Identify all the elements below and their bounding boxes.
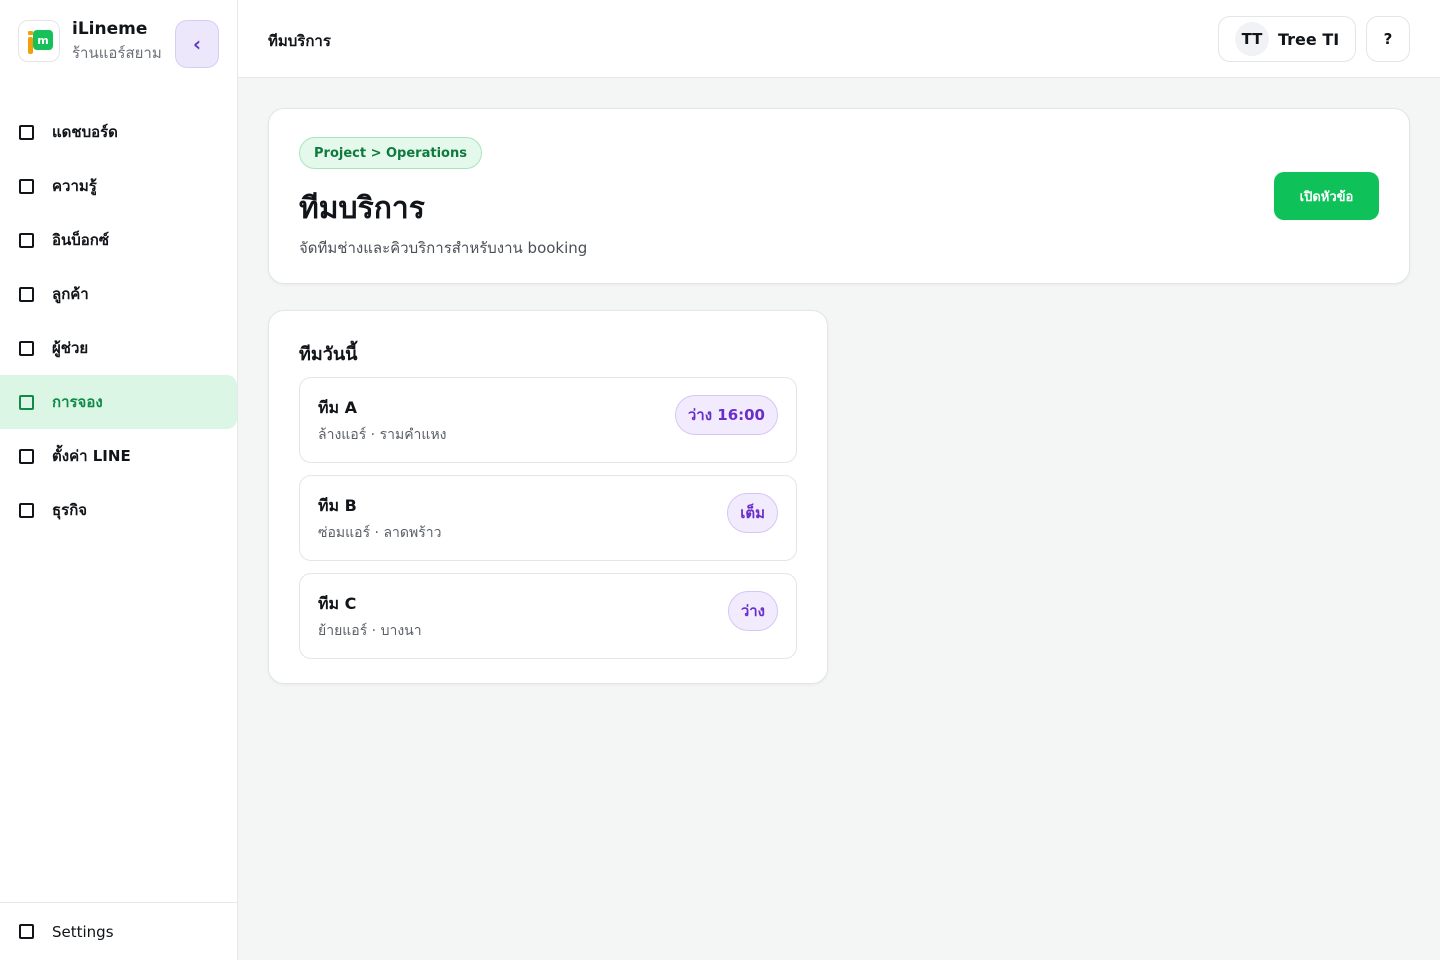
square-icon [19,924,34,939]
team-description: ซ่อมแอร์ · ลาดพร้าว [318,525,442,541]
sidebar-item-label: การจอง [52,393,103,411]
sidebar-item-business[interactable]: ธุรกิจ [0,483,237,537]
sidebar-item-label: ธุรกิจ [52,501,88,519]
sidebar-item-dashboard[interactable]: แดชบอร์ด [0,105,237,159]
sidebar-item-label: ผู้ช่วย [52,339,89,357]
team-name: ทีม C [318,594,357,613]
breadcrumb: Project > Operations [299,137,482,169]
square-icon [19,394,34,410]
sidebar-item-customers[interactable]: ลูกค้า [0,267,237,321]
teams-today-card: ทีมวันนี้ ทีม A ล้างแอร์ · รามคำแหง ว่าง… [268,310,828,684]
sidebar: m iLineme ร้านแอร์สยาม ‹ แดชบอร์ด ความรู… [0,0,238,960]
sidebar-item-bookings[interactable]: การจอง [0,375,237,429]
team-list-item[interactable]: ทีม A ล้างแอร์ · รามคำแหง ว่าง 16:00 [299,377,797,463]
app-logo-icon: m [18,20,60,62]
sidebar-item-label: อินบ็อกซ์ [52,231,110,249]
square-icon [19,502,34,518]
status-badge: ว่าง 16:00 [674,395,778,435]
sidebar-nav: แดชบอร์ด ความรู้ อินบ็อกซ์ ลูกค้า ผู้ช่ว… [0,105,237,537]
sidebar-item-knowledge[interactable]: ความรู้ [0,159,237,213]
logo-letter: m [33,30,53,50]
shop-name: ร้านแอร์สยาม [72,44,162,62]
question-icon: ? [1383,30,1393,48]
sidebar-item-assistant[interactable]: ผู้ช่วย [0,321,237,375]
status-badge: ว่าง [727,591,778,631]
team-list-item[interactable]: ทีม B ซ่อมแอร์ · ลาดพร้าว เต็ม [299,475,797,561]
sidebar-item-label: ลูกค้า [52,285,89,303]
sidebar-item-settings[interactable]: Settings [0,902,237,960]
brand: m iLineme ร้านแอร์สยาม [18,18,162,64]
sidebar-item-label: Settings [52,922,114,941]
topbar-title: ทีมบริการ [268,32,331,50]
sidebar-item-label: แดชบอร์ด [52,123,118,141]
app-name: iLineme [72,19,148,39]
team-description: ย้ายแอร์ · บางนา [318,623,422,639]
sidebar-item-inbox[interactable]: อินบ็อกซ์ [0,213,237,267]
square-icon [19,178,34,194]
team-name: ทีม B [318,496,357,515]
help-button[interactable]: ? [1366,16,1410,62]
collapse-sidebar-button[interactable]: ‹ [175,20,219,68]
team-name: ทีม A [318,398,358,417]
sidebar-item-label: ตั้งค่า LINE [52,447,131,465]
user-name: Tree TI [1278,29,1340,49]
square-icon [19,124,34,140]
team-description: ล้างแอร์ · รามคำแหง [318,427,447,443]
status-badge: เต็ม [727,493,778,533]
sidebar-item-label: ความรู้ [52,177,97,195]
brand-text: iLineme ร้านแอร์สยาม [72,18,162,64]
chevron-left-icon: ‹ [192,32,202,56]
page-title: ทีมบริการ [299,191,425,226]
page-header-card: Project > Operations ทีมบริการ จัดทีมช่า… [268,108,1410,284]
sidebar-item-line-settings[interactable]: ตั้งค่า LINE [0,429,237,483]
square-icon [19,232,34,248]
square-icon [19,340,34,356]
square-icon [19,286,34,302]
page-subtitle: จัดทีมช่างและคิวบริการสำหรับงาน booking [299,239,588,257]
topbar: ทีมบริการ TT Tree TI ? [238,0,1440,78]
team-list-item[interactable]: ทีม C ย้ายแอร์ · บางนา ว่าง [299,573,797,659]
square-icon [19,448,34,464]
card-title: ทีมวันนี้ [299,344,358,365]
avatar: TT [1235,22,1269,56]
open-topic-button[interactable]: เปิดหัวข้อ [1274,172,1379,220]
user-menu-button[interactable]: TT Tree TI [1218,16,1356,62]
